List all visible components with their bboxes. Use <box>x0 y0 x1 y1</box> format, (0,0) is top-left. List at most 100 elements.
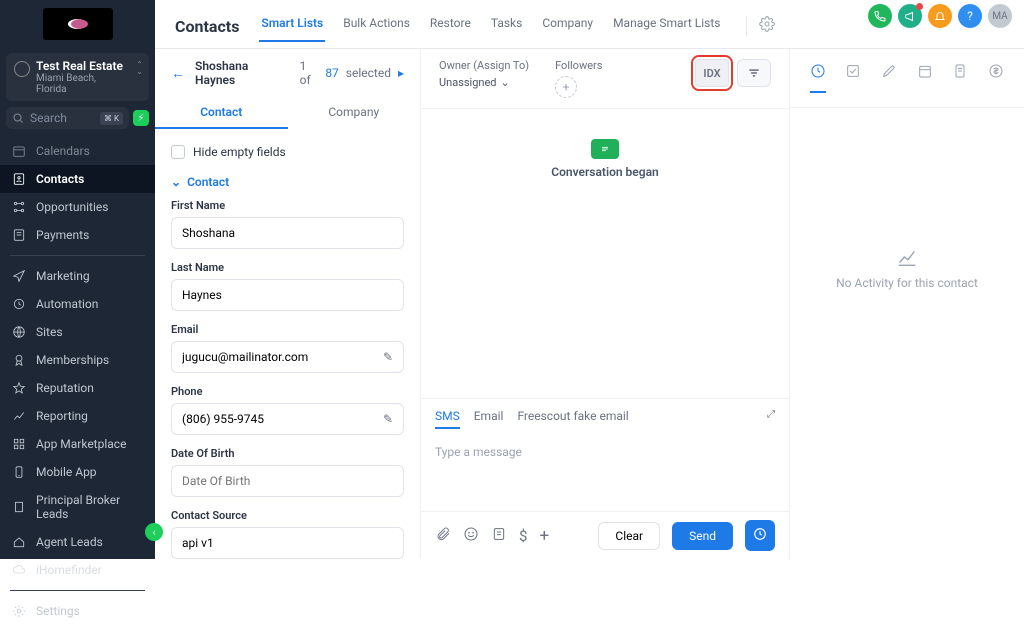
sidebar-item-memberships[interactable]: Memberships <box>0 346 155 374</box>
section-contact[interactable]: ⌄ Contact <box>171 169 404 199</box>
avatar[interactable]: MA <box>988 4 1012 28</box>
sidebar-item-settings[interactable]: Settings <box>0 597 155 625</box>
phone-icon <box>12 465 26 479</box>
call-icon[interactable] <box>868 4 892 28</box>
sidebar-item-automation[interactable]: Automation <box>0 290 155 318</box>
idx-button[interactable]: IDX <box>695 59 729 87</box>
msg-tab-sms[interactable]: SMS <box>435 409 460 429</box>
owner-block[interactable]: Owner (Assign To) Unassigned⌄ <box>439 59 529 89</box>
back-arrow[interactable]: ← <box>171 65 185 82</box>
send-button[interactable]: Send <box>672 522 733 550</box>
subtab-company[interactable]: Company <box>288 97 421 129</box>
tab-company[interactable]: Company <box>540 10 595 42</box>
sidebar-item-ihomefinder[interactable]: iHomefinder <box>0 556 155 584</box>
sidebar-item-reporting[interactable]: Reporting <box>0 402 155 430</box>
help-icon[interactable]: ? <box>958 4 982 28</box>
tab-payments-icon[interactable] <box>988 63 1004 93</box>
tab-activity-icon[interactable] <box>810 63 826 93</box>
contact-form-column: ← Shoshana Haynes 1 of 87 selected ▸ Con… <box>155 49 421 559</box>
tab-manage-smart-lists[interactable]: Manage Smart Lists <box>611 10 722 42</box>
search-shortcut: ⌘ K <box>100 112 123 125</box>
header-settings-icon[interactable] <box>746 16 775 36</box>
edit-phone-icon[interactable]: ✎ <box>383 412 393 426</box>
filter-icon <box>747 66 761 80</box>
collapse-icon[interactable]: ⤢ <box>767 409 775 429</box>
announce-icon[interactable] <box>898 4 922 28</box>
tab-tasks-icon[interactable] <box>845 63 861 93</box>
activity-empty-text: No Activity for this contact <box>836 276 978 290</box>
ribbon-icon <box>12 353 26 367</box>
plus-icon[interactable]: + <box>539 526 549 546</box>
subtab-contact[interactable]: Contact <box>155 97 288 129</box>
tab-smart-lists[interactable]: Smart Lists <box>259 10 325 42</box>
followers-block: Followers + <box>555 59 602 98</box>
composer-bar: $ + Clear Send <box>421 511 789 559</box>
filter-button[interactable] <box>737 59 771 87</box>
hide-empty-row[interactable]: Hide empty fields <box>171 139 404 169</box>
search-icon <box>12 112 24 124</box>
next-arrow[interactable]: ▸ <box>398 66 404 80</box>
msg-tab-freescout[interactable]: Freescout fake email <box>517 409 628 429</box>
tab-tasks[interactable]: Tasks <box>489 10 525 42</box>
calendar-icon <box>12 144 26 158</box>
logo <box>43 8 113 40</box>
owner-row: Owner (Assign To) Unassigned⌄ Followers … <box>421 49 789 109</box>
sidebar-item-marketing[interactable]: Marketing <box>0 262 155 290</box>
tab-bulk-actions[interactable]: Bulk Actions <box>341 10 412 42</box>
last-name-input[interactable] <box>182 288 393 302</box>
sidebar-item-app-marketplace[interactable]: App Marketplace <box>0 430 155 458</box>
sidebar-item-reputation[interactable]: Reputation <box>0 374 155 402</box>
dollar-icon[interactable]: $ <box>519 527 527 545</box>
tab-appt-icon[interactable] <box>917 63 933 93</box>
search-placeholder: Search <box>30 111 67 125</box>
checkbox-icon[interactable] <box>171 145 185 159</box>
sidebar-item-contacts[interactable]: Contacts <box>0 165 155 193</box>
sidebar-item-agent-leads[interactable]: Agent Leads <box>0 528 155 556</box>
tab-restore[interactable]: Restore <box>428 10 473 42</box>
email-input[interactable] <box>182 350 383 364</box>
schedule-send-button[interactable] <box>745 520 775 551</box>
dob-input[interactable] <box>182 474 393 488</box>
sidebar-item-mobile-app[interactable]: Mobile App <box>0 458 155 486</box>
chevron-down-icon: ⌄ <box>501 76 510 89</box>
attach-icon[interactable] <box>435 526 451 546</box>
search-input[interactable]: Search ⌘ K <box>6 107 129 129</box>
payments-icon <box>12 228 26 242</box>
template-icon[interactable] <box>491 526 507 546</box>
field-source: Contact Source <box>171 509 404 559</box>
contacts-icon <box>12 172 26 186</box>
message-tabs: SMS Email Freescout fake email ⤢ <box>421 399 789 433</box>
tab-docs-icon[interactable] <box>952 63 968 93</box>
activity-chart-icon <box>896 246 918 268</box>
right-icon-tabs <box>790 49 1024 108</box>
header-tabs: Smart Lists Bulk Actions Restore Tasks C… <box>259 10 722 42</box>
conversation-began-text: Conversation began <box>551 165 658 179</box>
field-email: Email ✎ <box>171 323 404 373</box>
field-last-name: Last Name <box>171 261 404 311</box>
sidebar-item-principal-broker-leads[interactable]: Principal Broker Leads <box>0 486 155 528</box>
edit-email-icon[interactable]: ✎ <box>383 350 393 364</box>
globe-icon <box>12 325 26 339</box>
phone-input[interactable] <box>182 412 383 426</box>
first-name-input[interactable] <box>182 226 393 240</box>
add-follower-button[interactable]: + <box>555 76 577 98</box>
sidebar-item-payments[interactable]: Payments <box>0 221 155 249</box>
msg-tab-email[interactable]: Email <box>474 409 504 429</box>
hide-empty-label: Hide empty fields <box>193 145 286 159</box>
bolt-button[interactable]: ⚡︎ <box>133 110 149 126</box>
tab-notes-icon[interactable] <box>881 63 897 93</box>
company-switcher[interactable]: Test Real Estate Miami Beach, Florida ⌃⌄ <box>6 53 149 101</box>
sidebar-item-calendars[interactable]: Calendars <box>0 137 155 165</box>
source-input[interactable] <box>182 536 393 550</box>
clear-button[interactable]: Clear <box>598 522 660 550</box>
company-name: Test Real Estate <box>36 59 125 73</box>
activity-empty: No Activity for this contact <box>790 108 1024 428</box>
sidebar-item-sites[interactable]: Sites <box>0 318 155 346</box>
field-phone: Phone ✎ <box>171 385 404 435</box>
conversation-column: Owner (Assign To) Unassigned⌄ Followers … <box>421 49 790 559</box>
message-input[interactable]: Type a message <box>435 439 775 499</box>
nav-top: Calendars Contacts Opportunities Payment… <box>0 135 155 627</box>
sidebar-item-opportunities[interactable]: Opportunities <box>0 193 155 221</box>
emoji-icon[interactable] <box>463 526 479 546</box>
bell-icon[interactable] <box>928 4 952 28</box>
